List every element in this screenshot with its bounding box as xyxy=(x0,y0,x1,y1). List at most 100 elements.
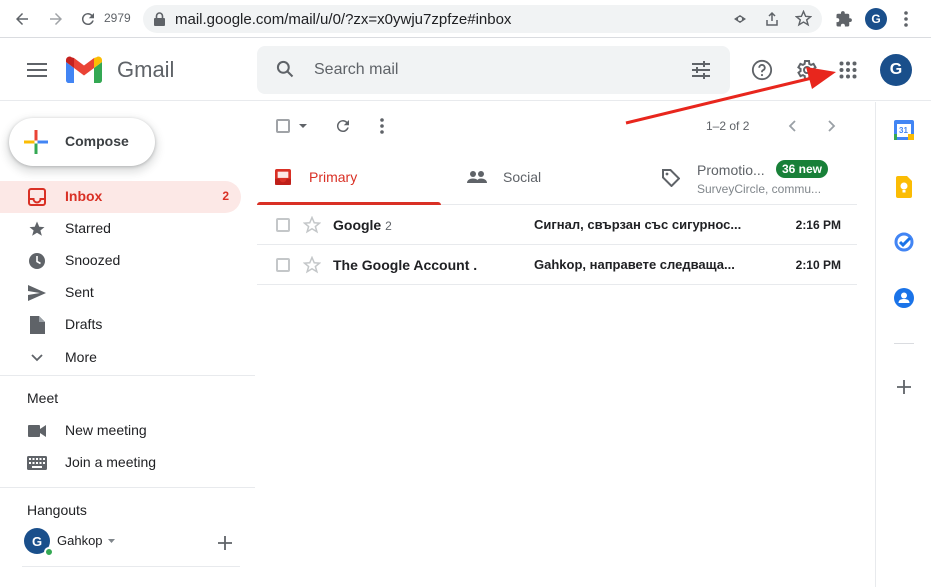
sidebar-item-new-meeting[interactable]: New meeting xyxy=(0,415,241,447)
reload-icon xyxy=(81,13,94,26)
caret-down-icon xyxy=(108,539,115,543)
online-status-dot xyxy=(44,547,54,557)
sidebar-item-label: New meeting xyxy=(65,422,147,438)
reload-button[interactable] xyxy=(76,7,100,31)
search-icon[interactable] xyxy=(275,59,295,79)
tab-primary[interactable]: Primary xyxy=(257,149,441,205)
browser-profile-initial: G xyxy=(871,12,881,26)
email-row[interactable]: Google 2 Сигнал, свързан със сигурнос...… xyxy=(257,205,857,245)
sidebar-item-drafts[interactable]: Drafts xyxy=(0,309,241,341)
older-chevron-right-icon[interactable] xyxy=(828,120,836,132)
tasks-icon[interactable] xyxy=(894,232,914,252)
star-icon xyxy=(27,219,47,239)
account-avatar[interactable]: G xyxy=(880,54,912,86)
hangouts-user[interactable]: G Gahkop xyxy=(24,528,224,557)
sidebar-item-label: Sent xyxy=(65,284,94,300)
mail-toolbar: 1–2 of 2 xyxy=(257,103,857,149)
sidebar-item-snoozed[interactable]: Snoozed xyxy=(0,245,241,277)
gmail-header: Gmail Search mail G xyxy=(0,39,931,101)
tag-icon xyxy=(662,169,680,187)
sidebar-item-more[interactable]: More xyxy=(0,342,241,374)
select-all-checkbox[interactable] xyxy=(276,119,290,133)
rail-divider xyxy=(894,343,914,344)
share-icon[interactable] xyxy=(764,11,780,27)
sidebar-divider xyxy=(0,487,255,488)
email-checkbox[interactable] xyxy=(276,258,290,272)
calendar-app-button[interactable]: 31 xyxy=(894,120,914,140)
inbox-icon xyxy=(27,187,47,207)
inbox-tray-icon xyxy=(275,169,291,185)
email-checkbox[interactable] xyxy=(276,218,290,232)
sidebar-item-label: Snoozed xyxy=(65,252,121,268)
sidebar-item-starred[interactable]: Starred xyxy=(0,213,241,245)
extensions-puzzle-icon[interactable] xyxy=(835,10,853,28)
compose-label: Compose xyxy=(65,133,129,149)
gmail-logo-icon[interactable] xyxy=(66,56,102,83)
gmail-wordmark: Gmail xyxy=(117,57,175,82)
thread-count: 2 xyxy=(385,219,392,233)
browser-profile-avatar[interactable]: G xyxy=(865,8,887,30)
email-time: 2:16 PM xyxy=(795,218,841,232)
lock-icon xyxy=(154,12,165,26)
email-sender: Google 2 xyxy=(333,217,392,233)
email-row[interactable]: The Google Account . Gahkop, направете с… xyxy=(257,245,857,285)
main-menu-icon[interactable] xyxy=(27,63,47,77)
keep-icon[interactable] xyxy=(896,176,912,198)
star-bookmark-icon[interactable] xyxy=(795,10,812,27)
help-icon[interactable] xyxy=(751,59,773,81)
refresh-icon[interactable] xyxy=(334,117,352,135)
sidebar-divider xyxy=(22,566,240,567)
address-bar[interactable]: mail.google.com/mail/u/0/?zx=x0ywju7zpfz… xyxy=(143,5,822,33)
hangouts-section-title: Hangouts xyxy=(27,502,87,518)
tab-social[interactable]: Social xyxy=(449,149,649,205)
account-initial: G xyxy=(889,61,903,78)
email-time: 2:10 PM xyxy=(795,258,841,272)
sidebar-item-label: More xyxy=(65,349,97,365)
compose-button[interactable]: Compose xyxy=(9,118,155,166)
sidebar-item-label: Drafts xyxy=(65,316,103,332)
tab-promotions[interactable]: Promotio... SurveyCircle, commu... xyxy=(649,149,857,205)
select-dropdown-caret-icon[interactable] xyxy=(299,124,307,128)
pagination-text: 1–2 of 2 xyxy=(706,119,750,133)
browser-menu-icon[interactable] xyxy=(903,11,909,27)
send-icon xyxy=(27,283,47,303)
compose-plus-icon xyxy=(24,130,48,154)
video-camera-icon xyxy=(27,421,47,441)
star-outline-icon[interactable] xyxy=(303,256,321,274)
more-options-icon[interactable] xyxy=(380,118,384,134)
newer-chevron-left-icon[interactable] xyxy=(788,120,796,132)
tab-label: Primary xyxy=(309,169,358,185)
contacts-icon[interactable] xyxy=(894,288,914,308)
sidebar-item-label: Join a meeting xyxy=(65,454,157,470)
email-sender-name: Google xyxy=(333,217,382,233)
add-hangout-plus-icon[interactable] xyxy=(218,536,232,550)
settings-gear-icon[interactable] xyxy=(794,58,818,82)
keyboard-icon xyxy=(27,453,47,473)
sidebar-item-join-meeting[interactable]: Join a meeting xyxy=(0,447,241,479)
tab-subtitle: SurveyCircle, commu... xyxy=(697,182,822,196)
draft-document-icon xyxy=(27,315,47,335)
tab-label: Social xyxy=(503,169,542,185)
forward-button[interactable] xyxy=(44,7,68,31)
email-sender: The Google Account . xyxy=(333,257,478,273)
sidebar-item-label: Inbox xyxy=(65,188,103,204)
apps-grid-icon[interactable] xyxy=(839,61,857,79)
sidebar-item-sent[interactable]: Sent xyxy=(0,277,241,309)
email-subject: Gahkop, направете следваща... xyxy=(534,257,735,272)
category-tabs: Primary Social Promotio... SurveyCircle,… xyxy=(257,149,857,205)
forward-arrow-icon xyxy=(50,13,62,25)
search-options-icon[interactable] xyxy=(691,60,711,80)
search-bar[interactable]: Search mail xyxy=(257,46,730,94)
search-input[interactable]: Search mail xyxy=(314,61,398,79)
star-outline-icon[interactable] xyxy=(303,216,321,234)
sidebar-item-inbox[interactable]: Inbox 2 xyxy=(0,181,241,213)
browser-toolbar: 2979 mail.google.com/mail/u/0/?zx=x0ywju… xyxy=(0,0,931,38)
get-addons-plus-icon[interactable] xyxy=(897,380,911,394)
eye-slash-icon[interactable] xyxy=(732,11,748,27)
sidebar-divider xyxy=(0,375,255,376)
calendar-day: 31 xyxy=(899,126,908,135)
hangouts-avatar-initial: G xyxy=(31,533,43,549)
back-arrow-icon xyxy=(16,13,28,25)
meet-section-title: Meet xyxy=(27,390,59,406)
back-button[interactable] xyxy=(10,7,34,31)
